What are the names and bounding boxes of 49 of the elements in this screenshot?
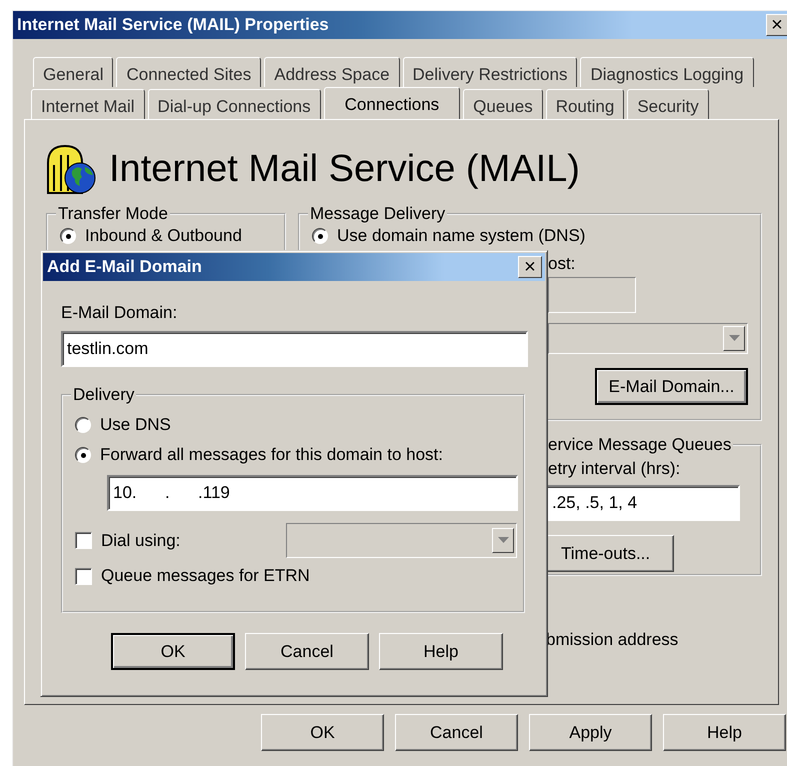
radio-label: Inbound & Outbound bbox=[85, 226, 242, 246]
dial-dropdown[interactable] bbox=[286, 523, 517, 558]
radio-button[interactable] bbox=[312, 228, 328, 244]
dialog-title: Add E-Mail Domain bbox=[47, 257, 202, 277]
tab[interactable]: Diagnostics Logging bbox=[580, 57, 754, 87]
dialog-button[interactable]: Cancel bbox=[245, 633, 369, 670]
checkbox-label: Queue messages for ETRN bbox=[101, 566, 310, 586]
checkbox[interactable] bbox=[75, 532, 92, 549]
tab[interactable]: Connections bbox=[324, 87, 460, 119]
close-button[interactable]: × bbox=[766, 14, 787, 36]
radio-label: Use DNS bbox=[100, 415, 171, 435]
tab[interactable]: Address Space bbox=[264, 57, 400, 87]
tab[interactable]: General bbox=[33, 57, 114, 87]
domain-field[interactable]: testlin.com bbox=[61, 331, 528, 367]
dropdown[interactable] bbox=[548, 323, 748, 354]
radio-button[interactable] bbox=[75, 417, 91, 433]
tab[interactable]: Connected Sites bbox=[116, 57, 262, 87]
tab[interactable]: Dial-up Connections bbox=[148, 89, 321, 119]
dialog-button[interactable]: OK bbox=[261, 714, 384, 751]
group-label: Message Delivery bbox=[309, 204, 446, 224]
domain-label: E-Mail Domain: bbox=[61, 303, 178, 322]
e-mail-domain-button[interactable]: E-Mail Domain... bbox=[595, 368, 748, 405]
group-label: Delivery bbox=[72, 385, 136, 405]
window-title: Internet Mail Service (MAIL) Properties bbox=[17, 15, 329, 35]
dialog-button[interactable]: OK bbox=[111, 633, 235, 670]
host-label: ost: bbox=[548, 254, 576, 273]
retry-interval-label: etry interval (hrs): bbox=[548, 459, 680, 478]
radio-label: Use domain name system (DNS) bbox=[337, 226, 586, 246]
host-address-field[interactable]: 10. . .119 bbox=[107, 475, 518, 511]
group-label: ervice Message Queues bbox=[548, 435, 732, 455]
radio-button[interactable] bbox=[75, 447, 91, 463]
service-title: Internet Mail Service (MAIL) bbox=[109, 148, 580, 190]
radio-label: Forward all messages for this domain to host: bbox=[100, 445, 443, 465]
dialog-button[interactable]: Cancel bbox=[395, 714, 518, 751]
radio-button[interactable] bbox=[60, 228, 76, 244]
tab[interactable]: Routing bbox=[546, 89, 624, 119]
tab[interactable]: Security bbox=[627, 89, 709, 119]
tab[interactable]: Queues bbox=[463, 89, 543, 119]
tab[interactable]: Internet Mail bbox=[31, 89, 145, 119]
dialog-button[interactable]: Help bbox=[379, 633, 503, 670]
checkbox[interactable] bbox=[75, 568, 92, 584]
tab[interactable]: Delivery Restrictions bbox=[402, 57, 578, 87]
checkbox-label: Dial using: bbox=[101, 530, 180, 550]
gate-globe-icon bbox=[45, 143, 97, 195]
host-field[interactable] bbox=[548, 277, 636, 313]
dialog-button[interactable]: Help bbox=[663, 714, 786, 751]
close-button[interactable]: × bbox=[518, 256, 542, 278]
dialog-button[interactable]: Apply bbox=[529, 714, 652, 751]
group-label: Transfer Mode bbox=[57, 204, 169, 224]
